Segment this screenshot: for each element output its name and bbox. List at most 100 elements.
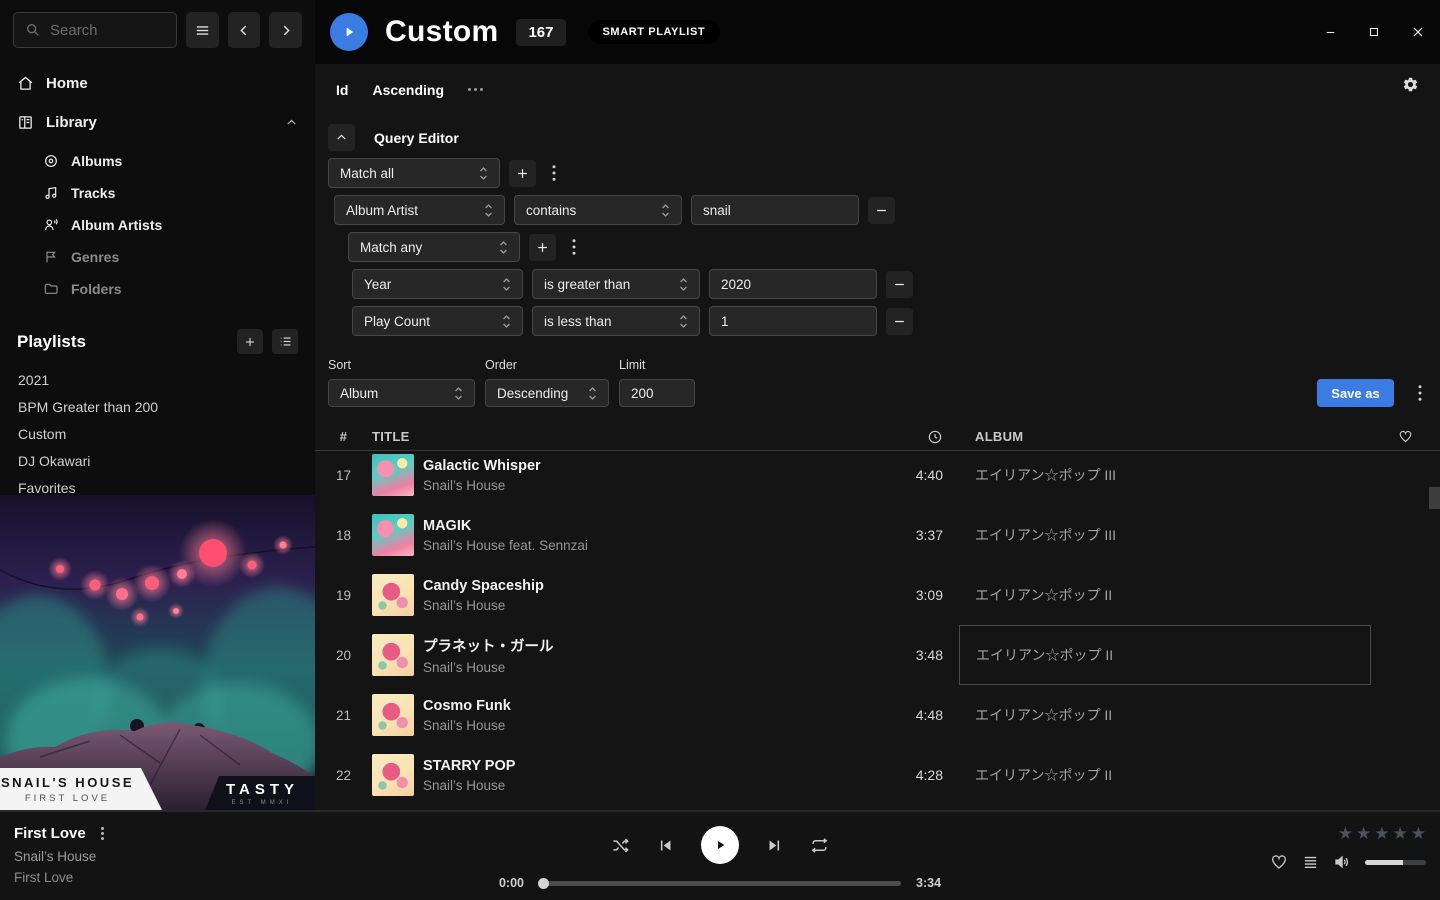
track-album-art	[372, 634, 414, 676]
sort-direction-button[interactable]: Ascending	[372, 82, 444, 98]
rating-star[interactable]: ★	[1393, 824, 1408, 844]
favorite-button[interactable]	[1270, 853, 1288, 871]
rule-field-select[interactable]: Play Count	[352, 306, 523, 336]
track-album-cell[interactable]: エイリアン☆ポップ II	[959, 765, 1371, 785]
track-album-cell[interactable]: エイリアン☆ポップ II	[959, 585, 1371, 605]
playlist-item[interactable]: DJ Okawari	[17, 447, 298, 474]
column-header-favorite[interactable]	[1371, 429, 1440, 444]
now-playing-info: First Love Snail’s House First Love	[14, 825, 104, 885]
column-header-duration[interactable]	[873, 429, 943, 445]
playlist-item[interactable]: BPM Greater than 200	[17, 393, 298, 420]
playlist-list-view-button[interactable]	[272, 329, 298, 354]
rating-star[interactable]: ★	[1374, 824, 1389, 844]
now-playing-artist[interactable]: Snail’s House	[14, 849, 104, 864]
nav-forward-button[interactable]	[269, 12, 302, 48]
group-options-button[interactable]	[565, 234, 583, 261]
minimize-button[interactable]	[1308, 0, 1352, 64]
plus-icon	[515, 166, 530, 181]
close-button[interactable]	[1396, 0, 1440, 64]
sidebar-item-library[interactable]: Library	[0, 103, 315, 142]
rule-operator-select[interactable]: is less than	[532, 306, 700, 336]
now-playing-album[interactable]: First Love	[14, 870, 104, 885]
rule-field-select[interactable]: Year	[352, 269, 523, 299]
previous-track-button[interactable]	[657, 837, 674, 854]
play-playlist-button[interactable]	[330, 13, 368, 51]
sidebar-item-tracks[interactable]: Tracks	[43, 177, 315, 209]
more-options-button[interactable]	[468, 88, 483, 91]
query-rule-row: Play Count is less than	[352, 306, 1440, 336]
column-header-album[interactable]: ALBUM	[959, 429, 1371, 444]
now-playing-album-art[interactable]: SNAIL'S HOUSE FIRST LOVE TASTY EST MMXI	[0, 495, 315, 810]
table-row[interactable]: 22 STARRY POP Snail’s House 4:28 エイリアン☆ポ…	[315, 745, 1440, 805]
save-as-button[interactable]: Save as	[1317, 379, 1394, 407]
table-row[interactable]: 18 MAGIK Snail’s House feat. Sennzai 3:3…	[315, 505, 1440, 565]
add-rule-button[interactable]	[509, 160, 536, 187]
rule-value-input[interactable]	[709, 306, 877, 336]
column-header-number[interactable]: #	[315, 429, 372, 444]
track-album-art	[372, 514, 414, 556]
sidebar-item-album-artists[interactable]: Album Artists	[43, 209, 315, 241]
match-type-select[interactable]: Match any	[348, 232, 520, 262]
seek-slider[interactable]	[539, 881, 901, 886]
sort-field-button[interactable]: Id	[336, 82, 348, 98]
collapse-query-editor-button[interactable]	[328, 124, 355, 151]
track-album-art	[372, 694, 414, 736]
search-input-wrapper[interactable]	[13, 12, 177, 48]
rule-field-select[interactable]: Album Artist	[334, 195, 505, 225]
sort-select[interactable]: Album	[328, 379, 475, 407]
rule-operator-select[interactable]: contains	[514, 195, 682, 225]
add-rule-button[interactable]	[529, 234, 556, 261]
nav-back-button[interactable]	[228, 12, 261, 48]
track-album-cell[interactable]: エイリアン☆ポップ III	[959, 525, 1371, 545]
remove-rule-button[interactable]	[868, 197, 895, 224]
table-row[interactable]: 21 Cosmo Funk Snail’s House 4:48 エイリアン☆ポ…	[315, 685, 1440, 745]
rating-star[interactable]: ★	[1411, 824, 1426, 844]
volume-slider[interactable]	[1365, 860, 1426, 865]
query-options-button[interactable]	[1418, 379, 1422, 407]
next-track-button[interactable]	[766, 837, 783, 854]
select-caret-icon	[679, 277, 688, 292]
match-type-select[interactable]: Match all	[328, 158, 500, 188]
settings-gear-icon[interactable]	[1402, 76, 1419, 93]
sidebar-item-genres[interactable]: Genres	[43, 241, 315, 273]
add-playlist-button[interactable]	[237, 329, 263, 354]
now-playing-options-button[interactable]	[101, 827, 104, 840]
volume-button[interactable]	[1333, 853, 1351, 871]
order-select[interactable]: Descending	[485, 379, 609, 407]
play-pause-button[interactable]	[701, 826, 739, 864]
column-header-title[interactable]: TITLE	[372, 429, 873, 444]
limit-input[interactable]	[619, 379, 695, 407]
seek-handle[interactable]	[538, 878, 549, 889]
repeat-button[interactable]	[810, 836, 829, 855]
sidebar-item-albums[interactable]: Albums	[43, 145, 315, 177]
remove-rule-button[interactable]	[886, 271, 913, 298]
rating-star[interactable]: ★	[1356, 824, 1371, 844]
rule-value-input[interactable]	[691, 195, 859, 225]
sidebar-item-label: Album Artists	[71, 217, 162, 233]
search-input[interactable]	[50, 22, 150, 39]
playlist-item[interactable]: 2021	[17, 366, 298, 393]
track-album-cell-focused[interactable]: エイリアン☆ポップ II	[959, 625, 1371, 685]
track-album-cell[interactable]: エイリアン☆ポップ II	[959, 705, 1371, 725]
maximize-button[interactable]	[1352, 0, 1396, 64]
track-album-cell[interactable]: エイリアン☆ポップ III	[959, 465, 1371, 485]
remove-rule-button[interactable]	[886, 308, 913, 335]
rule-operator-select[interactable]: is greater than	[532, 269, 700, 299]
table-row[interactable]: 19 Candy Spaceship Snail’s House 3:09 エイ…	[315, 565, 1440, 625]
shuffle-button[interactable]	[611, 836, 630, 855]
sidebar-item-home[interactable]: Home	[0, 64, 315, 103]
chevron-up-icon[interactable]	[285, 116, 298, 129]
playlist-item[interactable]: Custom	[17, 420, 298, 447]
sidebar-item-folders[interactable]: Folders	[43, 273, 315, 305]
group-options-button[interactable]	[545, 160, 563, 187]
track-duration: 4:40	[873, 467, 943, 483]
table-row[interactable]: 20 プラネット・ガール Snail’s House 3:48 エイリアン☆ポッ…	[315, 625, 1440, 685]
table-row[interactable]: 17 Galactic Whisper Snail’s House 4:40 エ…	[315, 451, 1440, 505]
track-album-art	[372, 574, 414, 616]
volume-icon	[1333, 853, 1351, 871]
rating-star[interactable]: ★	[1338, 824, 1353, 844]
scrollbar-thumb[interactable]	[1429, 487, 1440, 509]
rule-value-input[interactable]	[709, 269, 877, 299]
menu-button[interactable]	[186, 12, 219, 48]
queue-button[interactable]	[1302, 854, 1319, 871]
